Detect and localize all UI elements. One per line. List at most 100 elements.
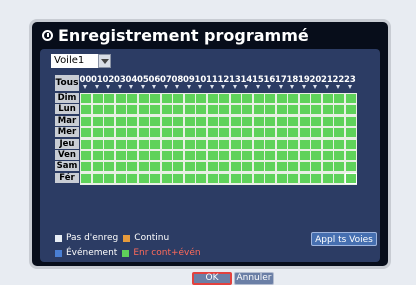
schedule-cell[interactable] [161, 105, 172, 115]
schedule-cell[interactable] [104, 116, 114, 126]
schedule-cell[interactable] [92, 151, 103, 160]
schedule-cell[interactable] [104, 94, 114, 103]
schedule-cell[interactable] [161, 128, 172, 138]
schedule-cell[interactable] [161, 151, 172, 160]
schedule-cell[interactable] [299, 128, 310, 138]
schedule-cell[interactable] [92, 173, 103, 183]
schedule-cell[interactable] [299, 139, 310, 149]
schedule-cell[interactable] [230, 151, 241, 160]
schedule-cell[interactable] [230, 128, 241, 138]
schedule-cell[interactable] [161, 116, 172, 126]
schedule-cell[interactable] [138, 162, 149, 172]
schedule-cell[interactable] [184, 151, 195, 160]
schedule-cell[interactable] [242, 128, 252, 138]
schedule-cell[interactable] [253, 105, 264, 115]
schedule-cell[interactable] [242, 173, 252, 183]
schedule-cell[interactable] [150, 94, 160, 103]
day-label-3[interactable]: Mer [55, 127, 79, 138]
hour-header-05[interactable]: 05 [137, 75, 149, 91]
schedule-cell[interactable] [265, 173, 275, 183]
schedule-cell[interactable] [127, 139, 137, 149]
schedule-cell[interactable] [92, 105, 103, 115]
schedule-cell[interactable] [184, 128, 195, 138]
schedule-cell[interactable] [127, 116, 137, 126]
schedule-cell[interactable] [299, 94, 310, 103]
schedule-cell[interactable] [196, 94, 206, 103]
schedule-cell[interactable] [311, 173, 321, 183]
schedule-cell[interactable] [104, 162, 114, 172]
schedule-cell[interactable] [219, 105, 229, 115]
day-label-2[interactable]: Mar [55, 115, 79, 126]
schedule-cell[interactable] [81, 173, 91, 183]
schedule-cell[interactable] [288, 116, 298, 126]
schedule-cell[interactable] [138, 105, 149, 115]
schedule-cell[interactable] [115, 94, 126, 103]
hour-header-00[interactable]: 00 [80, 75, 91, 91]
schedule-cell[interactable] [334, 173, 344, 183]
hour-header-10[interactable]: 10 [195, 75, 206, 91]
schedule-cell[interactable] [104, 173, 114, 183]
schedule-cell[interactable] [288, 105, 298, 115]
schedule-cell[interactable] [138, 128, 149, 138]
schedule-cell[interactable] [138, 94, 149, 103]
schedule-cell[interactable] [276, 105, 287, 115]
schedule-cell[interactable] [207, 139, 218, 149]
schedule-cell[interactable] [334, 151, 344, 160]
schedule-cell[interactable] [115, 116, 126, 126]
schedule-cell[interactable] [334, 94, 344, 103]
schedule-cell[interactable] [150, 105, 160, 115]
schedule-cell[interactable] [322, 173, 333, 183]
schedule-cell[interactable] [173, 116, 183, 126]
schedule-cell[interactable] [311, 94, 321, 103]
schedule-cell[interactable] [242, 94, 252, 103]
schedule-cell[interactable] [150, 173, 160, 183]
schedule-cell[interactable] [276, 151, 287, 160]
schedule-cell[interactable] [173, 139, 183, 149]
schedule-cell[interactable] [184, 139, 195, 149]
hour-header-11[interactable]: 11 [206, 75, 218, 91]
schedule-cell[interactable] [276, 162, 287, 172]
schedule-cell[interactable] [288, 151, 298, 160]
schedule-cell[interactable] [196, 162, 206, 172]
hour-header-03[interactable]: 03 [114, 75, 126, 91]
schedule-cell[interactable] [334, 162, 344, 172]
hour-header-17[interactable]: 17 [275, 75, 287, 91]
channel-select[interactable]: Voile1 [51, 54, 111, 68]
schedule-cell[interactable] [299, 116, 310, 126]
schedule-cell[interactable] [242, 105, 252, 115]
schedule-cell[interactable] [311, 105, 321, 115]
schedule-cell[interactable] [81, 105, 91, 115]
hour-header-04[interactable]: 04 [126, 75, 137, 91]
schedule-cell[interactable] [345, 116, 356, 126]
schedule-cell[interactable] [288, 162, 298, 172]
schedule-cell[interactable] [207, 128, 218, 138]
schedule-cell[interactable] [265, 162, 275, 172]
hour-header-06[interactable]: 06 [149, 75, 160, 91]
schedule-cell[interactable] [230, 116, 241, 126]
schedule-cell[interactable] [207, 94, 218, 103]
schedule-cell[interactable] [253, 151, 264, 160]
schedule-cell[interactable] [127, 128, 137, 138]
schedule-cell[interactable] [138, 116, 149, 126]
schedule-cell[interactable] [173, 151, 183, 160]
schedule-cell[interactable] [265, 94, 275, 103]
chevron-down-icon[interactable] [98, 54, 111, 68]
schedule-cell[interactable] [311, 139, 321, 149]
schedule-cell[interactable] [219, 162, 229, 172]
schedule-cell[interactable] [322, 94, 333, 103]
schedule-cell[interactable] [104, 128, 114, 138]
schedule-cell[interactable] [230, 94, 241, 103]
schedule-cell[interactable] [345, 94, 356, 103]
schedule-cell[interactable] [253, 94, 264, 103]
schedule-cell[interactable] [345, 128, 356, 138]
schedule-cell[interactable] [127, 105, 137, 115]
schedule-cell[interactable] [219, 128, 229, 138]
schedule-cell[interactable] [207, 162, 218, 172]
schedule-cell[interactable] [230, 139, 241, 149]
hour-header-14[interactable]: 14 [241, 75, 252, 91]
schedule-cell[interactable] [92, 116, 103, 126]
schedule-cell[interactable] [150, 151, 160, 160]
hour-header-16[interactable]: 16 [264, 75, 275, 91]
schedule-cell[interactable] [161, 94, 172, 103]
schedule-cell[interactable] [207, 116, 218, 126]
